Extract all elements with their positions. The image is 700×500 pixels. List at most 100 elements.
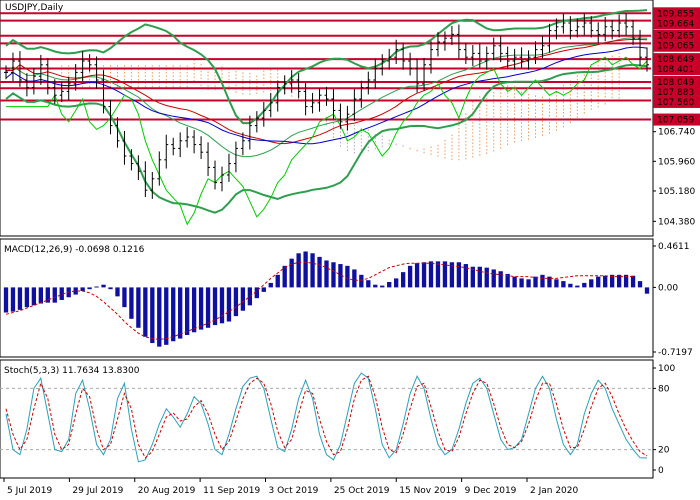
macd-bar	[630, 275, 636, 288]
macd-bar	[80, 287, 85, 291]
macd-bar	[317, 256, 322, 288]
stochastic-tick-label: 80	[658, 384, 670, 394]
macd-bar	[310, 253, 315, 288]
chart-title: USDJPY,Daily	[5, 3, 64, 13]
price-tick-label: 105.180	[658, 187, 695, 197]
macd-bar	[261, 287, 266, 292]
macd-bar	[373, 284, 378, 288]
macd-bar	[164, 287, 169, 345]
macd-bar	[219, 287, 225, 324]
stochastic-tick-label: 20	[658, 446, 670, 456]
macd-bar	[282, 265, 287, 288]
macd-bar	[519, 278, 524, 288]
macd-bar	[122, 287, 127, 308]
macd-bar	[129, 287, 134, 319]
macd-tick-label: 0.00	[658, 283, 678, 293]
time-tick-label: 3 Oct 2019	[269, 486, 319, 496]
macd-bar	[561, 281, 566, 288]
macd-bar	[115, 287, 120, 297]
macd-bar	[400, 272, 406, 288]
macd-panel: 0.4611 0.00 -0.7197 MACD(12,26,9) -0.0698 …	[0, 238, 693, 358]
stochastic-label: Stoch(5,3,3) 11.7634 13.8300	[4, 366, 140, 376]
macd-bar	[324, 260, 329, 288]
macd-bar	[178, 287, 183, 339]
stochastic-tick-label: 100	[658, 364, 675, 374]
macd-bar	[603, 275, 608, 288]
macd-label: MACD(12,26,9) -0.0698 0.1216	[4, 245, 145, 255]
macd-bar	[421, 262, 427, 288]
macd-bar	[477, 266, 482, 288]
macd-bar	[17, 287, 23, 310]
time-tick-label: 25 Oct 2019	[334, 486, 390, 496]
macd-bar	[157, 287, 162, 347]
price-tag-label: 107.560	[657, 98, 694, 108]
macd-bar	[101, 284, 106, 288]
price-tag-label: 108.401	[657, 65, 694, 75]
price-tag-label: 109.664	[657, 19, 694, 29]
time-tick-label: 29 Jul 2019	[72, 486, 123, 496]
macd-bar	[512, 276, 517, 288]
macd-bar	[533, 276, 538, 288]
macd-bar	[352, 269, 357, 288]
macd-bar	[10, 287, 16, 312]
macd-bar	[331, 262, 336, 288]
time-tick-label: 5 Jul 2019	[7, 486, 52, 496]
macd-bar	[596, 276, 601, 288]
macd-bar	[198, 287, 204, 330]
stochastic-tick-label: 0	[658, 466, 664, 476]
macd-bar	[136, 287, 141, 328]
macd-bar	[247, 287, 253, 306]
macd-bar	[87, 287, 92, 290]
macd-bar	[143, 287, 148, 337]
macd-bar	[303, 251, 308, 288]
macd-bar	[526, 279, 531, 288]
stochastic-panel: 100 80 20 0 Stoch(5,3,3) 11.7634 13.8300	[0, 359, 675, 479]
time-tick-label: 9 Dec 2019	[465, 486, 517, 496]
macd-bar	[498, 271, 503, 288]
macd-bar	[205, 287, 211, 328]
macd-bar	[275, 274, 280, 288]
macd-bar	[359, 274, 364, 288]
price-tick-label: 104.380	[658, 217, 695, 227]
stochastic-panel-frame	[0, 359, 654, 479]
macd-bar	[575, 285, 580, 288]
macd-bar	[191, 287, 197, 333]
price-tick-label: 105.960	[658, 157, 695, 167]
macd-bar	[226, 287, 232, 322]
macd-bar	[31, 287, 37, 306]
macd-bar	[24, 287, 30, 308]
macd-bar	[184, 287, 190, 335]
macd-bar	[171, 287, 176, 342]
time-tick-label: 2 Jan 2020	[530, 486, 578, 496]
macd-tick-label: 0.4611	[658, 242, 690, 252]
time-tick-label: 15 Nov 2019	[399, 486, 457, 496]
macd-bar	[435, 261, 441, 288]
macd-bar	[428, 261, 434, 288]
macd-bar	[644, 287, 650, 294]
macd-bar	[289, 258, 294, 288]
price-tag-label: 107.059	[657, 116, 694, 126]
macd-bar	[94, 286, 99, 288]
macd-bar	[296, 253, 301, 288]
macd-bar	[582, 282, 587, 288]
price-axis: 109.855109.664109.265109.065108.649108.4…	[653, 7, 700, 227]
macd-bar	[240, 287, 246, 311]
macd-bar	[380, 285, 385, 288]
macd-bar	[108, 287, 113, 290]
macd-bar	[484, 267, 489, 288]
macd-bar	[3, 287, 9, 313]
macd-bar	[491, 269, 496, 288]
macd-bar	[387, 282, 392, 288]
macd-bar	[268, 282, 273, 288]
macd-bar	[394, 278, 399, 288]
time-tick-label: 11 Sep 2019	[203, 486, 260, 496]
macd-bar	[233, 287, 239, 317]
macd-bar	[212, 287, 218, 326]
chart-canvas: 109.855109.664109.265109.065108.649108.4…	[0, 0, 700, 500]
macd-bar	[637, 281, 643, 288]
time-tick-label: 20 Aug 2019	[138, 486, 196, 496]
macd-tick-label: -0.7197	[658, 348, 693, 358]
macd-bar	[38, 287, 43, 304]
price-tick-label: 106.740	[658, 128, 695, 138]
price-panel: 109.855109.664109.265109.065108.649108.4…	[0, 0, 700, 237]
